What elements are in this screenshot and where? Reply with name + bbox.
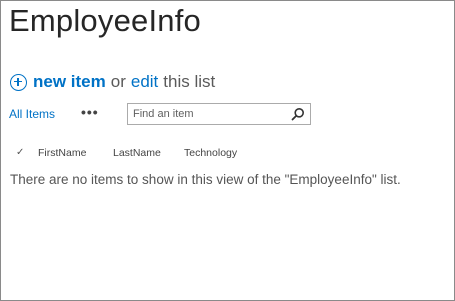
search-input[interactable] [128,104,291,124]
column-header-firstname[interactable]: FirstName [38,147,86,159]
this-list-text: this list [163,72,216,91]
new-item-link[interactable]: new item [33,72,106,92]
empty-list-message: There are no items to show in this view … [10,172,401,187]
new-item-row: new item or edit this list [10,71,215,93]
column-header-lastname[interactable]: LastName [113,147,161,159]
search-box [127,103,311,125]
column-header-technology[interactable]: Technology [184,147,237,159]
or-text: or [110,72,126,91]
edit-link[interactable]: edit [131,72,158,92]
list-frame: EmployeeInfo new item or edit this list … [0,0,455,301]
view-all-items[interactable]: All Items [9,107,55,121]
select-all-check-icon[interactable]: ✓ [16,147,24,158]
page-title: EmployeeInfo [9,3,201,38]
add-icon[interactable] [10,73,27,91]
more-views-ellipsis-icon[interactable]: ••• [81,104,99,120]
search-icon[interactable] [291,107,305,121]
